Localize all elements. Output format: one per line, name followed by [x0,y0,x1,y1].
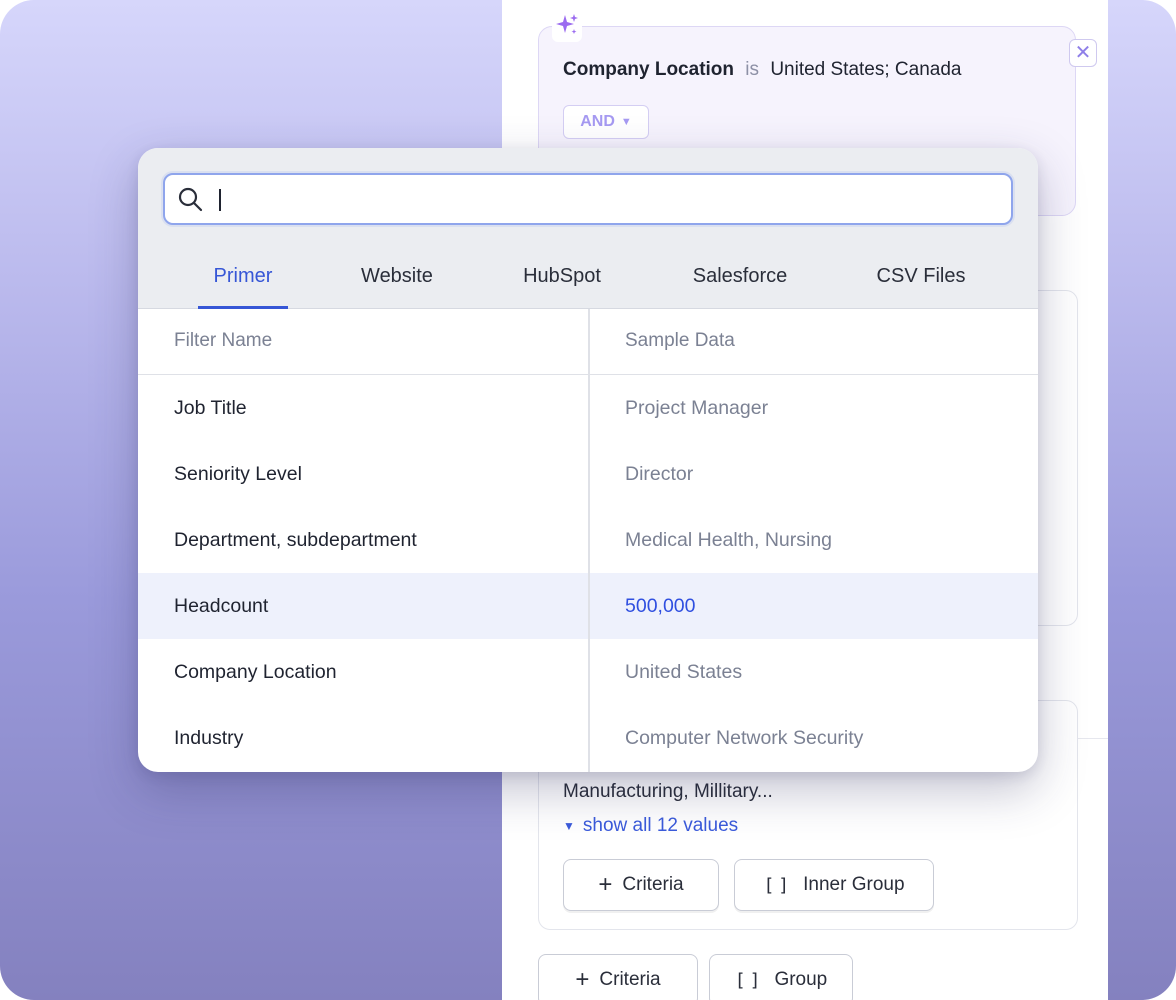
footer-group-label: Group [774,969,828,990]
tab-hubspot[interactable]: HubSpot [512,248,612,309]
filter-name: Seniority Level [174,462,302,485]
source-tabs: Primer Website HubSpot Salesforce CSV Fi… [138,248,1038,309]
condition-operator: is [745,59,760,80]
sample-data: Director [625,462,694,485]
chevron-down-icon: ▼ [620,116,632,128]
show-all-values-link[interactable]: ▼ show all 12 values [563,815,738,837]
sparkle-icon [552,12,582,42]
add-inner-group-button[interactable]: [] Inner Group [734,859,934,911]
tab-website[interactable]: Website [350,248,444,309]
show-all-label: show all 12 values [582,815,739,836]
filter-name: Company Location [174,660,337,683]
footer-add-group-button[interactable]: [] Group [709,954,853,1000]
text-cursor [219,189,221,211]
filter-picker-popover: Primer Website HubSpot Salesforce CSV Fi… [138,148,1038,772]
logic-label: AND [580,113,615,130]
caret-down-icon: ▼ [563,819,575,833]
brackets-icon: [] [763,874,794,896]
search-box[interactable] [163,173,1013,225]
tab-primer[interactable]: Primer [198,248,288,309]
filter-name: Industry [174,726,244,749]
filter-table: Filter Name Sample Data Job Title Projec… [138,309,1038,772]
column-header-filter-name: Filter Name [174,330,273,351]
plus-icon: + [598,871,613,898]
sample-data: Medical Health, Nursing [625,528,833,551]
inner-group-label: Inner Group [803,874,905,895]
condition-field[interactable]: Company Location [563,59,734,80]
footer-criteria-label: Criteria [599,969,661,990]
condition-text: Company Location is United States; Canad… [563,59,962,81]
search-icon [178,187,203,212]
background-stage: Company Location is United States; Canad… [0,0,1176,1000]
brackets-icon: [] [734,969,765,991]
column-header-sample-data: Sample Data [625,330,735,351]
sample-data: 500,000 [625,594,696,617]
footer-add-criteria-button[interactable]: + Criteria [538,954,698,1000]
popover-header: Primer Website HubSpot Salesforce CSV Fi… [138,148,1038,309]
filter-name: Headcount [174,594,269,617]
filter-name: Job Title [174,396,247,419]
add-criteria-button[interactable]: + Criteria [563,859,719,911]
add-criteria-label: Criteria [622,874,684,895]
close-icon[interactable]: ✕ [1069,39,1097,67]
sample-data: United States [625,660,743,683]
tab-csv-files[interactable]: CSV Files [868,248,974,309]
column-divider [588,309,590,772]
logic-dropdown[interactable]: AND ▼ [563,105,649,139]
condition-value[interactable]: United States; Canada [770,59,961,80]
plus-icon: + [575,966,590,993]
filter-name: Department, subdepartment [174,528,417,551]
tab-salesforce[interactable]: Salesforce [682,248,798,309]
sample-data: Computer Network Security [625,726,864,749]
sample-data: Project Manager [625,396,769,419]
criteria-values-text: Manufacturing, Millitary... [563,781,773,802]
search-input[interactable] [215,183,999,217]
